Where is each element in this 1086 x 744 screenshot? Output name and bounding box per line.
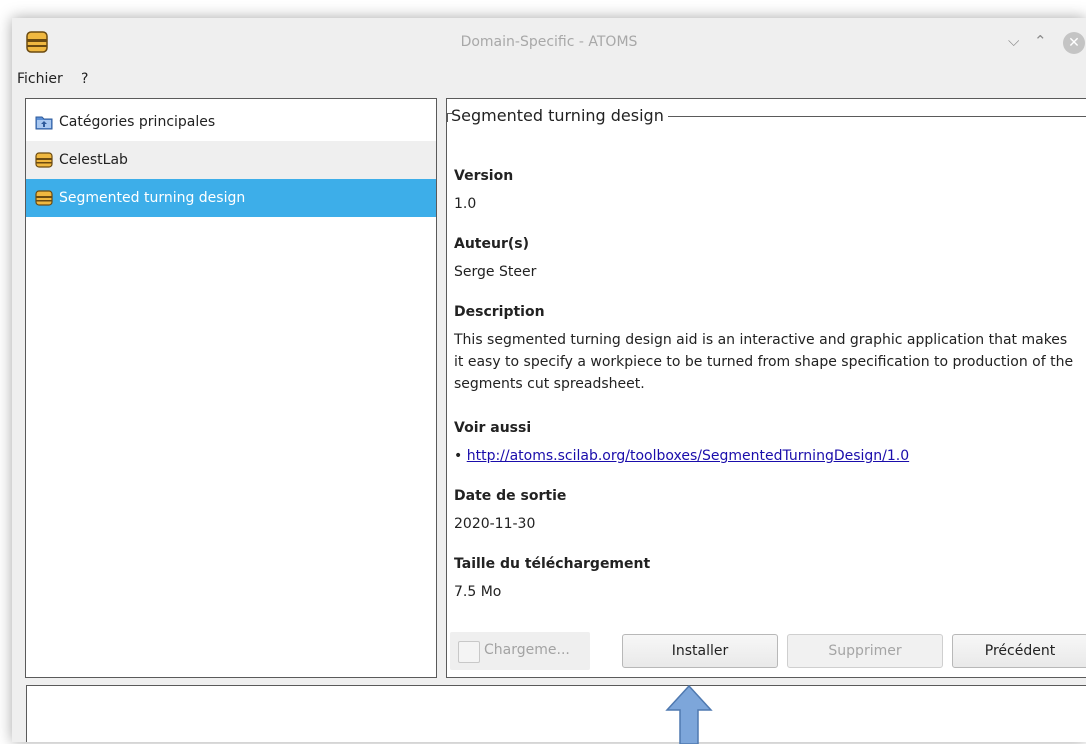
see-also-row: • http://atoms.scilab.org/toolboxes/Segm… <box>454 448 909 464</box>
see-also-label: Voir aussi <box>454 420 532 436</box>
bullet: • <box>454 448 463 464</box>
category-tree[interactable]: Catégories principales CelestLab Segment… <box>25 98 437 678</box>
tree-item-label: CelestLab <box>59 152 128 168</box>
install-button[interactable]: Installer <box>622 634 778 668</box>
download-size-value: 7.5 Mo <box>454 584 502 600</box>
version-label: Version <box>454 168 514 184</box>
authors-label: Auteur(s) <box>454 236 529 252</box>
description-label: Description <box>454 304 545 320</box>
groupbox-border <box>667 115 1086 117</box>
toolbox-icon <box>35 152 53 168</box>
tree-item-celestlab[interactable]: CelestLab <box>26 141 436 179</box>
action-bar: Chargeme... Installer Supprimer Précéden… <box>447 627 1086 675</box>
previous-button[interactable]: Précédent <box>952 634 1086 668</box>
title-bar[interactable]: Domain-Specific - ATOMS ⌵ ⌃ ✕ <box>12 18 1086 68</box>
groupbox-title: Segmented turning design <box>451 105 1086 125</box>
menu-fichier[interactable]: Fichier <box>17 71 63 87</box>
release-date-value: 2020-11-30 <box>454 516 536 532</box>
tree-item-label: Catégories principales <box>59 114 216 130</box>
authors-value: Serge Steer <box>454 264 537 280</box>
download-size-label: Taille du téléchargement <box>454 556 651 572</box>
release-date-label: Date de sortie <box>454 488 567 504</box>
window-title: Domain-Specific - ATOMS <box>460 34 638 50</box>
status-bar <box>26 685 1086 742</box>
maximize-icon[interactable]: ⌃ <box>1034 32 1047 50</box>
load-checkbox[interactable] <box>458 641 480 663</box>
up-arrow-annotation-icon <box>665 684 713 744</box>
menu-help[interactable]: ? <box>81 71 88 87</box>
tree-item-main-categories[interactable]: Catégories principales <box>26 103 436 141</box>
see-also-link[interactable]: http://atoms.scilab.org/toolboxes/Segmen… <box>467 448 909 464</box>
close-icon[interactable]: ✕ <box>1063 32 1085 54</box>
module-details-panel: Segmented turning design Version 1.0 Aut… <box>446 98 1086 678</box>
description-value: This segmented turning design aid is an … <box>454 332 1074 392</box>
toolbox-icon <box>35 190 53 206</box>
tree-item-segmented-turning-design[interactable]: Segmented turning design <box>26 179 436 217</box>
module-title: Segmented turning design <box>451 105 664 125</box>
tree-item-label: Segmented turning design <box>59 190 246 206</box>
folder-up-icon <box>35 116 53 130</box>
version-value: 1.0 <box>454 196 477 212</box>
remove-button[interactable]: Supprimer <box>787 634 943 668</box>
minimize-icon[interactable]: ⌵ <box>1008 32 1019 50</box>
atoms-window: Domain-Specific - ATOMS ⌵ ⌃ ✕ Fichier ? … <box>12 18 1086 742</box>
load-checkbox-label: Chargeme... <box>484 642 570 658</box>
menu-bar: Fichier ? <box>12 68 1086 96</box>
load-checkbox-container: Chargeme... <box>450 632 590 670</box>
